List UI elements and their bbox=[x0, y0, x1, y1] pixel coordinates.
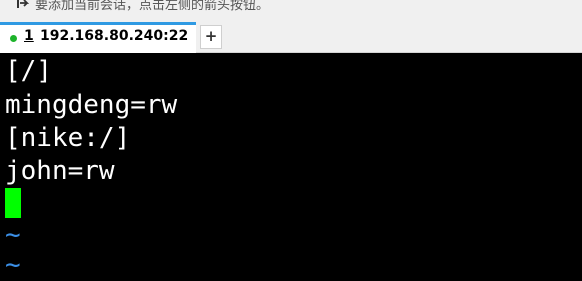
send-icon[interactable] bbox=[17, 0, 29, 10]
session-hint-text: 要添加当前会话，点击左侧的箭头按钮。 bbox=[35, 0, 270, 13]
terminal-cursor bbox=[5, 188, 21, 218]
session-hint-bar: 要添加当前会话，点击左侧的箭头按钮。 bbox=[0, 0, 582, 22]
new-tab-button[interactable]: + bbox=[200, 25, 222, 49]
tab-bar: 1 192.168.80.240:22 + bbox=[0, 22, 582, 53]
terminal-line: mingdeng=rw bbox=[5, 90, 178, 120]
terminal-line: [/] bbox=[5, 56, 52, 86]
empty-line-marker: ~ bbox=[5, 220, 21, 250]
tab-index: 1 bbox=[24, 28, 34, 44]
terminal-line: [nike:/] bbox=[5, 123, 131, 153]
terminal-screen[interactable]: [/] mingdeng=rw [nike:/] john=rw ~ ~ bbox=[0, 53, 582, 280]
terminal-line: john=rw bbox=[5, 156, 115, 186]
connection-status-dot bbox=[10, 35, 17, 42]
tab-title: 192.168.80.240:22 bbox=[40, 28, 189, 44]
empty-line-marker: ~ bbox=[5, 250, 21, 280]
session-tab[interactable]: 1 192.168.80.240:22 bbox=[0, 22, 196, 53]
